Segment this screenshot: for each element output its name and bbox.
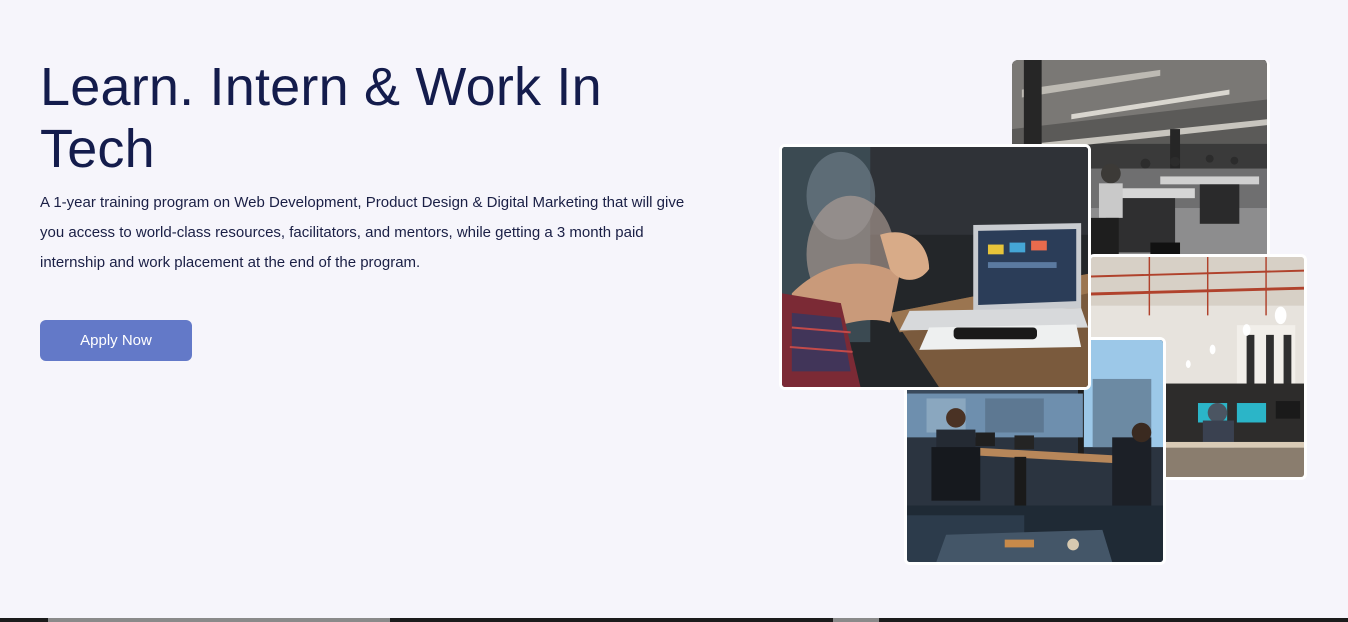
hero-section: Learn. Intern & Work In Tech A 1-year tr… — [0, 0, 1348, 618]
laptop-meeting-photo — [779, 144, 1091, 390]
bottom-divider-segment — [833, 618, 879, 622]
hero-description: A 1-year training program on Web Develop… — [40, 194, 685, 271]
bottom-divider-segment — [48, 618, 390, 622]
hero-text-block: Learn. Intern & Work In Tech A 1-year tr… — [40, 56, 700, 278]
apply-now-button[interactable]: Apply Now — [40, 320, 192, 361]
hero-title: Learn. Intern & Work In Tech — [40, 57, 602, 179]
bottom-divider — [0, 618, 1348, 622]
